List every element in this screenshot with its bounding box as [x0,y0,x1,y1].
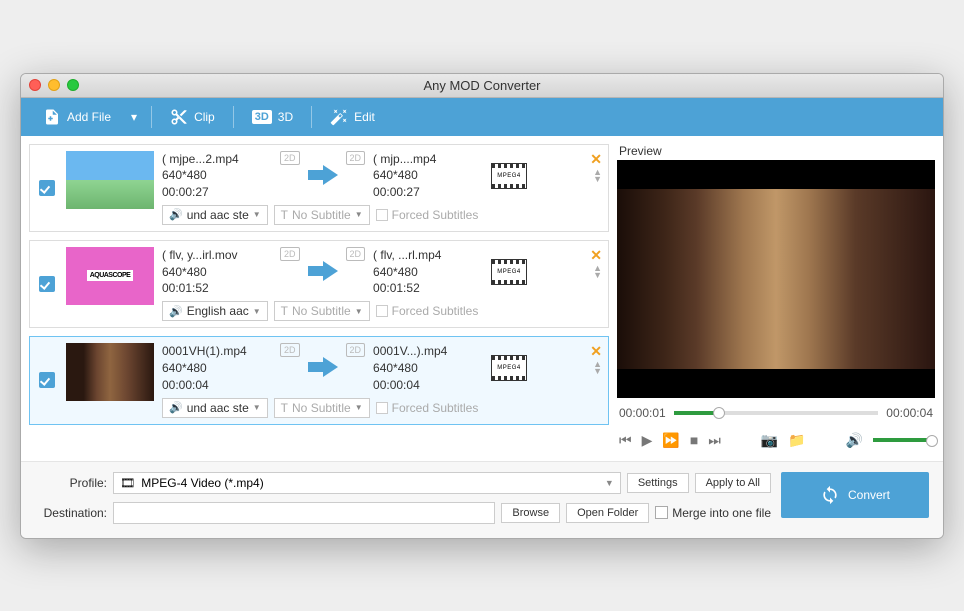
edit-button[interactable]: Edit [320,104,385,130]
3d-button[interactable]: 3D 3D [242,106,303,128]
snapshot-button[interactable]: 📷 [761,432,778,449]
volume-icon[interactable]: 🔊 [846,432,863,449]
playback-controls: ⏮ ▶ ⏩ ■ ⏭ 📷 📁 🔊 [617,428,935,453]
add-file-dropdown[interactable]: ▾ [125,110,143,124]
zoom-window-button[interactable] [67,79,79,91]
file-list: ( mjpe...2.mp4 640*480 00:00:27 2D 2D ( … [29,144,609,453]
target-meta: 0001V...).mp4 640*480 00:00:04 [373,343,483,393]
toolbar: Add File ▾ Clip 3D 3D Edit [21,98,943,136]
list-item[interactable]: AQUASCOPE ( flv, y...irl.mov 640*480 00:… [29,240,609,328]
settings-button[interactable]: Settings [627,473,689,493]
close-window-button[interactable] [29,79,41,91]
reorder-buttons[interactable]: ▲▼ [593,265,602,279]
list-item[interactable]: ( mjpe...2.mp4 640*480 00:00:27 2D 2D ( … [29,144,609,232]
audio-track-select[interactable]: 🔊und aac ste▼ [162,205,268,225]
apply-all-button[interactable]: Apply to All [695,473,771,493]
film-icon: 🎞 [120,476,135,490]
2d-badge: 2D [280,343,300,357]
audio-track-select[interactable]: 🔊English aac▼ [162,301,268,321]
fast-forward-button[interactable]: ⏩ [662,432,679,449]
destination-input[interactable] [113,502,495,524]
target-meta: ( flv, ...rl.mp4 640*480 00:01:52 [373,247,483,297]
format-icon[interactable]: MPEG4 [491,259,527,285]
remove-item-button[interactable]: ✕ [590,151,602,168]
reorder-buttons[interactable]: ▲▼ [593,169,602,183]
source-meta: 0001VH(1).mp4 640*480 00:00:04 [162,343,272,393]
wand-icon [330,108,348,126]
scissors-icon [170,108,188,126]
source-meta: ( flv, y...irl.mov 640*480 00:01:52 [162,247,272,297]
titlebar: Any MOD Converter [21,74,943,98]
refresh-icon [820,485,840,505]
window-controls [29,79,79,91]
window-title: Any MOD Converter [21,78,943,93]
convert-button[interactable]: Convert [781,472,929,518]
2d-badge: 2D [346,343,366,357]
prev-button[interactable]: ⏮ [619,432,632,449]
profile-label: Profile: [35,476,107,490]
audio-track-select[interactable]: 🔊und aac ste▼ [162,398,268,418]
merge-checkbox[interactable]: Merge into one file [655,506,771,520]
open-folder-button[interactable]: Open Folder [566,503,649,523]
item-checkbox[interactable] [39,372,55,388]
current-time: 00:00:01 [619,406,666,420]
stop-button[interactable]: ■ [690,432,698,448]
preview-video[interactable] [617,160,935,398]
2d-badge: 2D [280,247,300,261]
remove-item-button[interactable]: ✕ [590,343,602,360]
destination-label: Destination: [35,506,107,520]
seek-bar[interactable] [674,411,879,415]
item-thumbnail[interactable] [66,343,154,401]
total-time: 00:00:04 [886,406,933,420]
add-file-button[interactable]: Add File [33,104,121,130]
minimize-window-button[interactable] [48,79,60,91]
app-window: Any MOD Converter Add File ▾ Clip 3D 3D … [20,73,944,539]
source-meta: ( mjpe...2.mp4 640*480 00:00:27 [162,151,272,201]
item-checkbox[interactable] [39,180,55,196]
item-thumbnail[interactable]: AQUASCOPE [66,247,154,305]
clip-button[interactable]: Clip [160,104,225,130]
2d-badge: 2D [346,151,366,165]
browse-button[interactable]: Browse [501,503,560,523]
next-button[interactable]: ⏭ [708,432,721,449]
preview-panel: Preview 00:00:01 00:00:04 ⏮ ▶ ⏩ ■ ⏭ 📷 📁 … [617,144,935,453]
arrow-icon [308,357,338,379]
forced-subtitles-checkbox[interactable]: Forced Subtitles [376,208,479,222]
subtitle-select[interactable]: TNo Subtitle▼ [274,398,370,418]
remove-item-button[interactable]: ✕ [590,247,602,264]
subtitle-select[interactable]: TNo Subtitle▼ [274,205,370,225]
reorder-buttons[interactable]: ▲▼ [593,361,602,375]
2d-badge: 2D [280,151,300,165]
item-thumbnail[interactable] [66,151,154,209]
subtitle-select[interactable]: TNo Subtitle▼ [274,301,370,321]
arrow-icon [308,261,338,283]
forced-subtitles-checkbox[interactable]: Forced Subtitles [376,304,479,318]
format-icon[interactable]: MPEG4 [491,355,527,381]
forced-subtitles-checkbox[interactable]: Forced Subtitles [376,401,479,415]
format-icon[interactable]: MPEG4 [491,163,527,189]
bottom-panel: Profile: 🎞 MPEG-4 Video (*.mp4) ▼ Settin… [21,461,943,538]
open-folder-icon[interactable]: 📁 [788,432,805,449]
item-checkbox[interactable] [39,276,55,292]
add-file-icon [43,108,61,126]
arrow-icon [308,165,338,187]
play-button[interactable]: ▶ [642,432,653,449]
2d-badge: 2D [346,247,366,261]
preview-label: Preview [617,144,935,158]
volume-slider[interactable] [873,438,933,442]
target-meta: ( mjp....mp4 640*480 00:00:27 [373,151,483,201]
list-item[interactable]: 0001VH(1).mp4 640*480 00:00:04 2D 2D 000… [29,336,609,424]
3d-icon: 3D [252,110,272,124]
profile-select[interactable]: 🎞 MPEG-4 Video (*.mp4) ▼ [113,472,621,494]
content-area: ( mjpe...2.mp4 640*480 00:00:27 2D 2D ( … [21,136,943,461]
